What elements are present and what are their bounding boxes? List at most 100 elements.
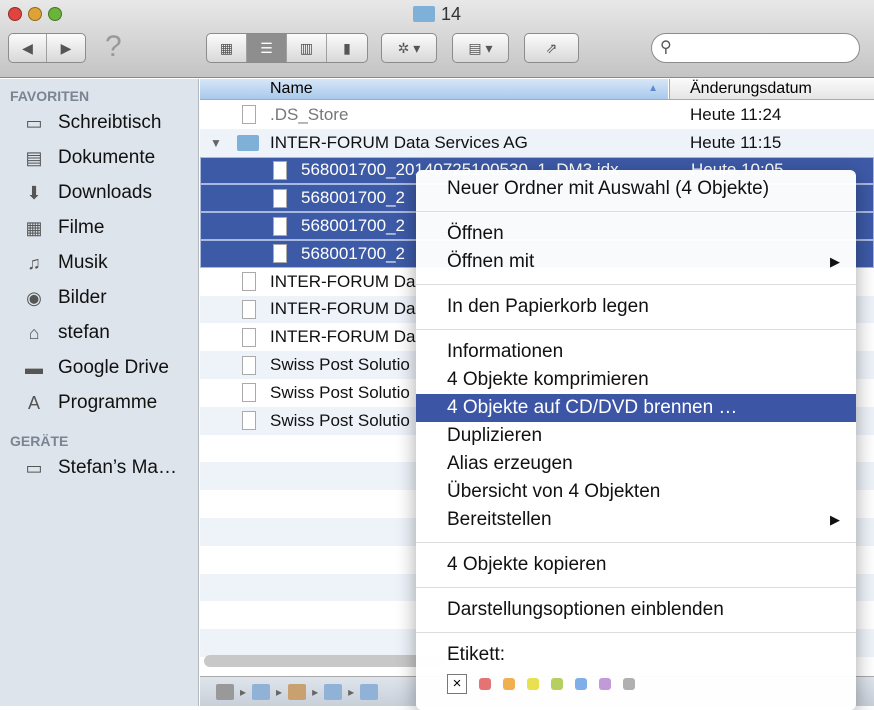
horizontal-scrollbar[interactable]: [204, 655, 444, 667]
users-folder-icon[interactable]: [252, 683, 271, 700]
column-view-button[interactable]: ▥: [287, 34, 327, 62]
sidebar-item-dokumente[interactable]: ▤ Dokumente: [0, 140, 198, 175]
sidebar-item-stefan-s-ma-[interactable]: ▭ Stefan’s Ma…: [0, 450, 198, 485]
pictures-icon: ◉: [26, 287, 42, 308]
sidebar-item-label: Programme: [58, 391, 158, 413]
sidebar-item-stefan[interactable]: ⌂ stefan: [0, 315, 198, 350]
sidebar-item-label: Downloads: [58, 181, 152, 203]
document-icon: [273, 188, 287, 208]
label-color-swatch[interactable]: [551, 678, 563, 690]
file-name: INTER-FORUM Da: [270, 327, 416, 347]
file-name: 568001700_2: [301, 243, 406, 263]
sidebar-item-bilder[interactable]: ◉ Bilder: [0, 280, 198, 315]
menu-compress[interactable]: 4 Objekte komprimieren: [416, 366, 856, 394]
document-icon: [242, 299, 256, 319]
date-column-header[interactable]: Änderungsdatum: [669, 79, 874, 99]
document-icon: [242, 105, 256, 125]
file-date: Heute 11:24: [690, 104, 782, 124]
folder-row[interactable]: ▼ INTER-FORUM Data Services AG Heute 11:15: [200, 128, 874, 157]
menu-separator: [416, 284, 856, 285]
help-icon[interactable]: ?: [105, 30, 122, 64]
laptop-icon: ▭: [25, 457, 43, 478]
devices-heading: GERÄTE: [10, 433, 69, 449]
label-color-swatch[interactable]: [527, 678, 539, 690]
menu-get-info[interactable]: Informationen: [416, 338, 856, 366]
menu-new-folder[interactable]: Neuer Ordner mit Auswahl (4 Objekte): [416, 175, 856, 203]
menu-share[interactable]: Bereitstellen ▶: [416, 506, 856, 534]
arrange-icon: ▤ ▾: [468, 39, 493, 56]
favorites-heading: FAVORITEN: [10, 88, 90, 104]
label-color-swatch[interactable]: [623, 678, 635, 690]
document-icon: [242, 272, 256, 292]
forward-button[interactable]: ▶: [47, 34, 85, 62]
sidebar-item-musik[interactable]: ♫ Musik: [0, 245, 198, 280]
column-header: Name ▲ Änderungsdatum: [200, 79, 874, 100]
list-view-button[interactable]: ☰: [247, 34, 287, 62]
menu-separator: [416, 211, 856, 212]
label-color-swatch[interactable]: [503, 678, 515, 690]
sidebar-item-downloads[interactable]: ⬇ Downloads: [0, 175, 198, 210]
name-column-header[interactable]: Name ▲: [200, 79, 668, 99]
menu-share-label: Bereitstellen: [447, 509, 552, 530]
menu-separator: [416, 542, 856, 543]
label-color-swatch[interactable]: [575, 678, 587, 690]
menu-copy[interactable]: 4 Objekte kopieren: [416, 551, 856, 579]
menu-open-with[interactable]: Öffnen mit ▶: [416, 248, 856, 276]
menu-label-heading: Etikett:: [447, 644, 506, 665]
sidebar-item-google-drive[interactable]: ▬ Google Drive: [0, 350, 198, 385]
file-name: 568001700_2: [301, 188, 406, 208]
label-colors: ×: [416, 669, 856, 699]
search-input[interactable]: ⚲: [651, 33, 860, 63]
sidebar-item-label: stefan: [58, 321, 110, 343]
context-menu: Neuer Ordner mit Auswahl (4 Objekte) Öff…: [416, 170, 856, 710]
sort-ascending-icon: ▲: [648, 83, 658, 94]
sidebar-item-label: Bilder: [58, 286, 107, 308]
sidebar-item-label: Musik: [58, 251, 108, 273]
document-icon: [242, 383, 256, 403]
coverflow-view-button[interactable]: ▮: [327, 34, 367, 62]
action-button[interactable]: ✲ ▾: [381, 33, 437, 63]
title-bar: 14 ◀ ▶ ? ▦ ☰ ▥ ▮ ✲ ▾ ▤ ▾ ⇗ ⚲: [0, 0, 874, 78]
desktop-icon: ▭: [25, 112, 43, 133]
folder-icon: [237, 134, 259, 151]
document-icon: [242, 327, 256, 347]
file-row[interactable]: .DS_Store Heute 11:24: [200, 101, 874, 129]
sidebar-item-programme[interactable]: A Programme: [0, 385, 198, 420]
folder-icon[interactable]: [324, 683, 343, 700]
label-none-button[interactable]: ×: [447, 674, 467, 694]
menu-make-alias[interactable]: Alias erzeugen: [416, 450, 856, 478]
hard-drive-icon[interactable]: [216, 683, 234, 700]
menu-view-options[interactable]: Darstellungsoptionen einblenden: [416, 596, 856, 624]
file-name: .DS_Store: [270, 104, 349, 124]
window-title: 14: [0, 4, 874, 25]
icon-view-button[interactable]: ▦: [207, 34, 247, 62]
label-color-swatch[interactable]: [599, 678, 611, 690]
sidebar-item-filme[interactable]: ▦ Filme: [0, 210, 198, 245]
file-name: Swiss Post Solutio: [270, 355, 410, 375]
folder-icon[interactable]: [360, 683, 379, 700]
menu-separator: [416, 329, 856, 330]
menu-open[interactable]: Öffnen: [416, 220, 856, 248]
devices-list: ▭ Stefan’s Ma…: [0, 450, 198, 485]
menu-separator: [416, 587, 856, 588]
sidebar-item-label: Google Drive: [58, 356, 169, 378]
menu-quick-look[interactable]: Übersicht von 4 Objekten: [416, 478, 856, 506]
sidebar-item-label: Stefan’s Ma…: [58, 456, 177, 478]
menu-move-to-trash[interactable]: In den Papierkorb legen: [416, 293, 856, 321]
menu-burn[interactable]: 4 Objekte auf CD/DVD brennen …: [416, 394, 856, 422]
disclosure-triangle-icon[interactable]: ▼: [210, 136, 222, 150]
arrange-button[interactable]: ▤ ▾: [452, 33, 509, 63]
back-button[interactable]: ◀: [9, 34, 48, 62]
applications-icon: A: [27, 392, 40, 413]
share-button[interactable]: ⇗: [524, 33, 579, 63]
folder-icon: [412, 6, 435, 22]
sidebar-item-label: Schreibtisch: [58, 111, 162, 133]
sidebar-item-schreibtisch[interactable]: ▭ Schreibtisch: [0, 105, 198, 140]
label-color-swatch[interactable]: [479, 678, 491, 690]
sidebar-item-label: Dokumente: [58, 146, 156, 168]
menu-duplicate[interactable]: Duplizieren: [416, 422, 856, 450]
menu-separator: [416, 632, 856, 633]
submenu-arrow-icon: ▶: [830, 254, 840, 269]
home-icon[interactable]: [288, 683, 307, 700]
document-icon: [273, 244, 287, 264]
